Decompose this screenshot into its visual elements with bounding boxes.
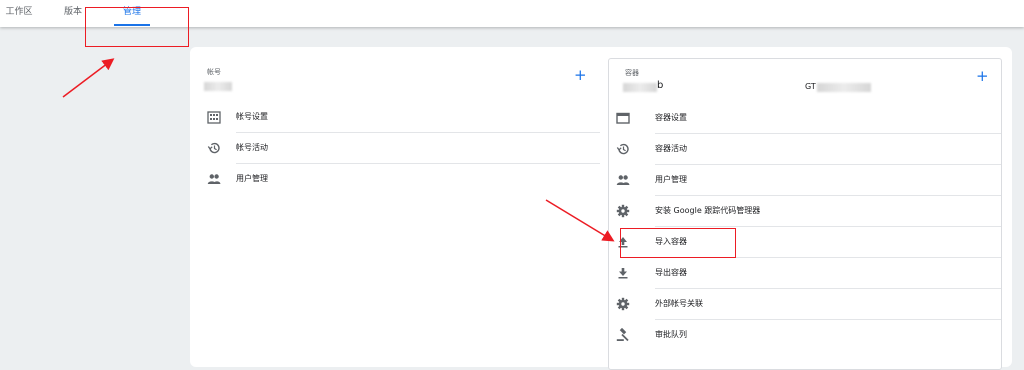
- annotation-arrow-to-admin-tab: [62, 58, 115, 98]
- container-card: 容器 b GT + 容器设置 容器活动 用户管理 安装 Google 跟踪代码管…: [608, 58, 1002, 370]
- people-icon: [616, 175, 630, 185]
- container-settings-label: 容器设置: [655, 113, 687, 122]
- gavel-icon: [616, 328, 629, 342]
- export-container-label: 导出容器: [655, 268, 687, 277]
- download-icon: [618, 268, 628, 279]
- add-container-button[interactable]: +: [976, 69, 989, 84]
- account-name-redacted: [204, 82, 232, 91]
- container-activity-label: 容器活动: [655, 144, 687, 153]
- install-gtm-item[interactable]: 安装 Google 跟踪代码管理器: [609, 196, 1001, 227]
- account-settings-label: 帐号设置: [236, 112, 268, 121]
- history-icon: [207, 142, 220, 154]
- approval-queue-label: 审批队列: [655, 330, 687, 339]
- browser-window-icon: [616, 112, 630, 124]
- tab-workspace[interactable]: 工作区: [0, 0, 38, 27]
- account-activity-item[interactable]: 帐号活动: [200, 133, 600, 164]
- container-label: 容器: [625, 69, 639, 77]
- account-user-management-item[interactable]: 用户管理: [200, 164, 600, 195]
- account-card: 帐号 + 帐号设置 帐号活动 用户管理: [200, 58, 600, 348]
- container-id-redacted: [817, 83, 871, 92]
- container-name-suffix: b: [657, 80, 664, 91]
- gear-icon: [616, 204, 630, 218]
- export-container-item[interactable]: 导出容器: [609, 258, 1001, 289]
- account-activity-label: 帐号活动: [236, 143, 268, 152]
- external-account-links-item[interactable]: 外部帐号关联: [609, 289, 1001, 320]
- container-user-management-item[interactable]: 用户管理: [609, 165, 1001, 196]
- container-name-redacted: [623, 83, 657, 92]
- account-label: 帐号: [207, 68, 221, 76]
- install-gtm-label: 安装 Google 跟踪代码管理器: [655, 206, 761, 215]
- external-account-links-label: 外部帐号关联: [655, 299, 703, 308]
- annotation-highlight-admin-tab: [85, 7, 189, 47]
- container-id-prefix: GT: [805, 82, 816, 91]
- gear-icon: [616, 297, 630, 311]
- people-icon: [207, 174, 221, 184]
- approval-queue-item[interactable]: 审批队列: [609, 320, 1001, 351]
- account-settings-item[interactable]: 帐号设置: [200, 102, 600, 133]
- history-icon: [616, 143, 629, 155]
- container-user-management-label: 用户管理: [655, 175, 687, 184]
- container-activity-item[interactable]: 容器活动: [609, 134, 1001, 165]
- account-user-management-label: 用户管理: [236, 174, 268, 183]
- annotation-highlight-import-container: [620, 228, 736, 258]
- container-settings-item[interactable]: 容器设置: [609, 103, 1001, 134]
- building-icon: [207, 111, 221, 124]
- tab-versions[interactable]: 版本: [58, 0, 88, 27]
- add-account-button[interactable]: +: [574, 68, 587, 83]
